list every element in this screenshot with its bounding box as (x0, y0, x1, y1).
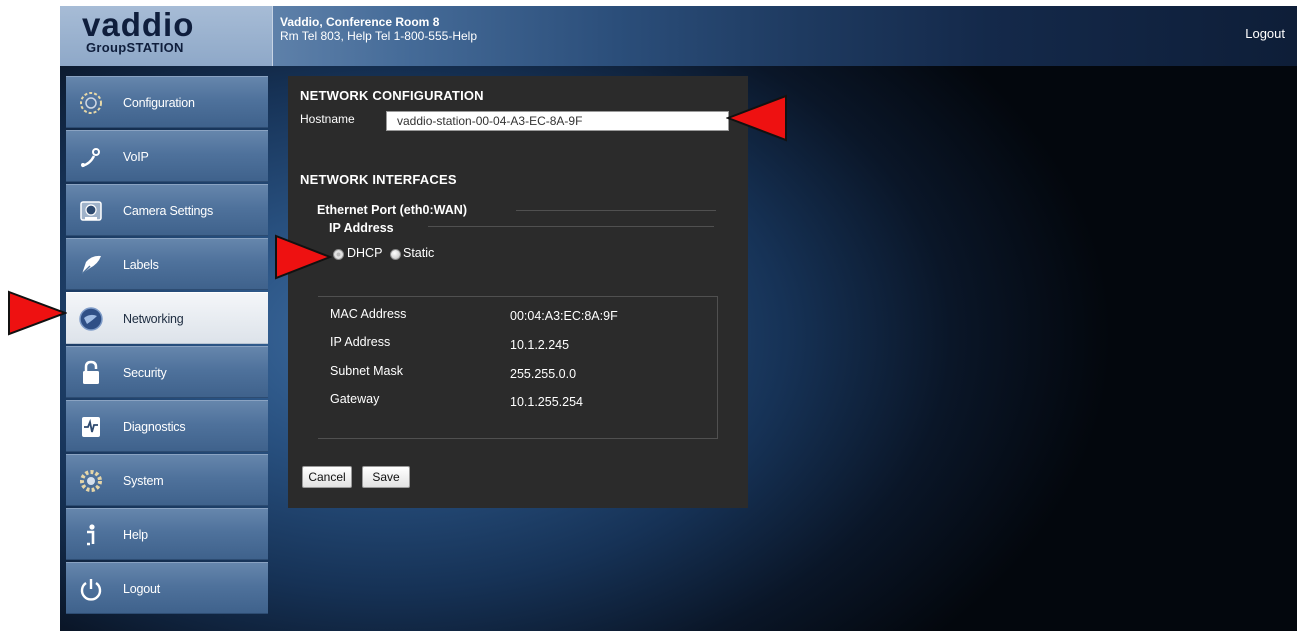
save-button[interactable]: Save (362, 466, 410, 488)
network-configuration-title: NETWORK CONFIGURATION (300, 88, 484, 103)
room-phone: Rm Tel 803, Help Tel 1-800-555-Help (280, 29, 477, 43)
logo-subtitle: GroupSTATION (86, 40, 184, 55)
sidebar-item-label: Camera Settings (123, 204, 214, 218)
static-radio[interactable] (390, 249, 401, 260)
sidebar-item-label: Help (123, 528, 148, 542)
sidebar-item-label: Diagnostics (123, 420, 186, 434)
networking-icon (79, 307, 103, 331)
sidebar-item-voip[interactable]: VoIP (66, 130, 268, 182)
networking-callout-arrow (8, 290, 67, 336)
subnet-mask-value: 255.255.0.0 (510, 367, 577, 381)
dhcp-radio-label: DHCP (347, 246, 383, 260)
ip-address-label: IP Address (330, 335, 391, 349)
sidebar-item-label: Labels (123, 258, 159, 272)
details-box-right-rule (717, 296, 718, 438)
gateway-value: 10.1.255.254 (510, 395, 583, 409)
diagnostics-icon (82, 417, 100, 437)
sidebar-item-logout[interactable]: Logout (66, 562, 268, 614)
network-config-panel: NETWORK CONFIGURATION Hostname NETWORK I… (288, 76, 748, 508)
dhcp-radio[interactable] (333, 249, 344, 260)
camera-icon (80, 201, 102, 221)
ip-fieldset-top-rule (428, 226, 714, 227)
sidebar-item-camera-settings[interactable]: Camera Settings (66, 184, 268, 236)
dhcp-callout-arrow (275, 234, 332, 280)
help-info-icon (87, 524, 95, 546)
details-box-bottom-rule (318, 438, 718, 439)
sidebar-item-networking[interactable]: Networking (66, 292, 268, 344)
hostname-input[interactable] (386, 111, 729, 131)
subnet-mask-label: Subnet Mask (330, 364, 403, 378)
room-name: Vaddio, Conference Room 8 (280, 15, 440, 29)
static-radio-label: Static (403, 246, 435, 260)
labels-icon (81, 255, 101, 275)
network-interfaces-title: NETWORK INTERFACES (300, 172, 457, 187)
lock-icon (83, 360, 99, 384)
ip-address-title: IP Address (329, 221, 394, 235)
sidebar-item-labels[interactable]: Labels (66, 238, 268, 290)
sidebar-item-help[interactable]: Help (66, 508, 268, 560)
power-icon (80, 579, 102, 601)
sidebar-item-system[interactable]: System (66, 454, 268, 506)
sidebar-item-label: Security (123, 366, 167, 380)
gateway-label: Gateway (330, 392, 380, 406)
screenshot-stage: vaddio GroupSTATION Vaddio, Conference R… (0, 0, 1297, 631)
ip-address-value: 10.1.2.245 (510, 338, 570, 352)
header-bar: vaddio GroupSTATION Vaddio, Conference R… (60, 6, 1297, 66)
hostname-callout-arrow (726, 94, 787, 142)
mac-address-label: MAC Address (330, 307, 407, 321)
details-box-top-rule (318, 296, 718, 297)
header-logout-link[interactable]: Logout (1245, 26, 1285, 41)
sidebar-item-label: Logout (123, 582, 161, 596)
sidebar-item-label: System (123, 474, 164, 488)
sidebar-item-label: Configuration (123, 96, 195, 110)
hostname-label: Hostname (300, 112, 355, 126)
configuration-icon (80, 92, 102, 114)
sidebar-nav: Configuration VoIP Camera Settings Label… (60, 76, 273, 631)
sidebar-item-label: Networking (123, 312, 184, 326)
cancel-button[interactable]: Cancel (302, 466, 352, 488)
vaddio-logo[interactable]: vaddio GroupSTATION (60, 6, 273, 66)
sidebar-item-label: VoIP (123, 150, 149, 164)
ethernet-port-title: Ethernet Port (eth0:WAN) (317, 203, 467, 217)
system-gear-icon (80, 470, 102, 492)
mac-address-value: 00:04:A3:EC:8A:9F (510, 309, 618, 323)
voip-icon (81, 148, 100, 168)
sidebar-item-security[interactable]: Security (66, 346, 268, 398)
logo-wordmark: vaddio (82, 6, 195, 43)
ethernet-fieldset-top-rule (516, 210, 716, 211)
app-window: vaddio GroupSTATION Vaddio, Conference R… (60, 6, 1297, 631)
sidebar-item-configuration[interactable]: Configuration (66, 76, 268, 128)
sidebar-item-diagnostics[interactable]: Diagnostics (66, 400, 268, 452)
